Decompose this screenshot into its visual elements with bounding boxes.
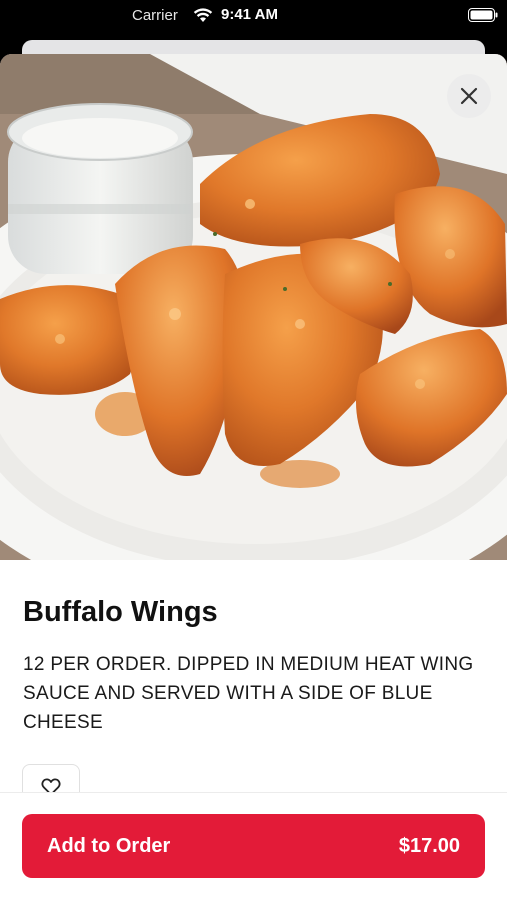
carrier-label: Carrier [132,7,178,24]
clock: 9:41 AM [221,6,278,23]
add-to-order-label: Add to Order [47,834,171,857]
item-title: Buffalo Wings [23,596,218,628]
wifi-icon [193,8,213,22]
bottom-action-bar: Add to Order $17.00 [0,792,507,900]
price-label: $17.00 [398,834,460,857]
add-to-order-button[interactable]: Add to Order $17.00 [22,814,485,878]
battery-icon [468,8,498,22]
status-bar: Carrier 9:41 AM [0,0,507,32]
item-photo [0,54,507,560]
close-icon [460,87,478,105]
item-description: 12 PER ORDER. DIPPED IN MEDIUM HEAT WING… [23,654,474,733]
close-button[interactable] [447,74,491,118]
